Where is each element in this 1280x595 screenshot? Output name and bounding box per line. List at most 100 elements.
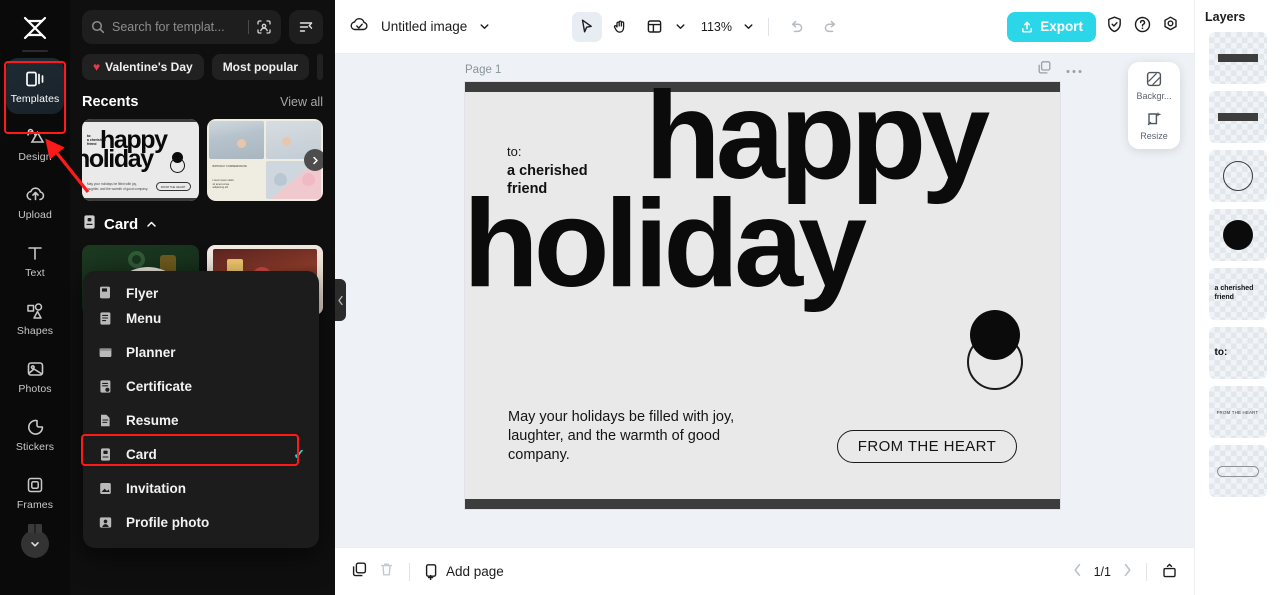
dropdown-item-certificate[interactable]: Certificate (83, 369, 319, 403)
mini-headline-2: holiday (82, 145, 154, 173)
category-header-card[interactable]: Card (82, 214, 323, 235)
shield-check-icon[interactable] (1105, 15, 1124, 39)
category-label: Card (104, 216, 139, 233)
chevron-down-icon[interactable] (742, 20, 755, 33)
sidebar-item-stickers[interactable]: Stickers (6, 406, 64, 462)
layer-text-recipient[interactable]: a cherished friend (1208, 268, 1267, 320)
sidebar-item-photos[interactable]: Photos (6, 348, 64, 404)
undo-icon (792, 20, 803, 33)
artwork-to-label[interactable]: to: (507, 144, 521, 159)
export-button[interactable]: Export (1007, 11, 1096, 42)
layer-circle-outline[interactable] (1208, 150, 1267, 202)
layout-tool-button[interactable] (640, 12, 670, 42)
more-dots-icon[interactable] (1066, 61, 1082, 79)
capcut-logo-icon[interactable] (15, 10, 55, 46)
collage-caption: BIRTHDAY COMMEMORATE (212, 165, 247, 168)
image-search-icon[interactable] (256, 19, 272, 35)
artwork-pill-button[interactable]: FROM THE HEART (837, 430, 1017, 463)
sidebar-label: Stickers (15, 440, 55, 453)
background-button[interactable]: Backgr... (1128, 70, 1180, 101)
carousel-next-button[interactable] (304, 149, 323, 171)
app-root: Templates Design Upload Text Shapes Phot… (0, 0, 1280, 595)
zoom-level[interactable]: 113% (701, 20, 732, 34)
layer-text-to[interactable]: to: (1208, 327, 1267, 379)
toolbar-left: Untitled image (349, 16, 491, 38)
resize-button[interactable]: Resize (1128, 110, 1180, 141)
layer-bar-top[interactable] (1208, 32, 1267, 84)
redo-button[interactable] (816, 12, 846, 42)
dropdown-item-planner[interactable]: Planner (83, 335, 319, 369)
dropdown-item-card[interactable]: Card ✓ (83, 437, 319, 471)
duplicate-page-icon[interactable] (1037, 60, 1052, 80)
artwork-message[interactable]: May your holidays be filled with joy, la… (508, 408, 768, 465)
dropdown-item-menu[interactable]: Menu (83, 301, 319, 335)
panel-collapse-handle[interactable] (335, 279, 346, 321)
check-icon: ✓ (293, 445, 305, 462)
layers-panel: Layers a cherished friend to: FROM THE H… (1194, 0, 1280, 595)
resize-label: Resize (1140, 131, 1168, 141)
resize-icon (1147, 112, 1161, 126)
sidebar-item-text[interactable]: Text (6, 232, 64, 288)
rail-divider (22, 50, 48, 52)
recent-template-happy-holiday[interactable]: to: a cherished friend happy holiday May y… (82, 119, 199, 201)
sidebar-item-frames[interactable]: Frames (6, 464, 64, 520)
chevron-down-icon[interactable] (674, 20, 687, 33)
filter-chips: ♥ Valentine's Day Most popular (82, 54, 323, 80)
profile-photo-icon (97, 514, 114, 531)
recent-template-birthday-collage[interactable]: BIRTHDAY COMMEMORATE Lorem ipsum dolor si… (206, 119, 323, 201)
export-label: Export (1040, 19, 1083, 34)
mini-bar-top (82, 119, 199, 122)
chip-valentines-day[interactable]: ♥ Valentine's Day (82, 54, 204, 80)
document-title[interactable]: Untitled image (381, 19, 467, 34)
chevron-down-icon[interactable] (478, 20, 491, 33)
prev-page-button[interactable] (1073, 563, 1082, 580)
sidebar-item-design[interactable]: Design (6, 116, 64, 172)
artwork-circle-filled[interactable] (970, 310, 1020, 360)
sidebar-item-upload[interactable]: Upload (6, 174, 64, 230)
mini-bar-bottom (82, 198, 199, 201)
artwork-headline-2[interactable]: holiday (463, 182, 867, 306)
present-button[interactable] (1161, 562, 1178, 582)
rail-more-button[interactable] (21, 524, 49, 558)
duplicate-icon[interactable] (351, 561, 368, 583)
artwork-bar-bottom[interactable] (465, 499, 1060, 509)
undo-button[interactable] (782, 12, 812, 42)
canvas-artwork[interactable]: to: a cherished friend happy holiday May… (463, 74, 1060, 509)
dropdown-item-flyer[interactable]: Flyer (83, 279, 319, 301)
dropdown-item-resume[interactable]: Resume (83, 403, 319, 437)
hand-tool-button[interactable] (606, 12, 636, 42)
search-input[interactable]: Search for templat... (82, 10, 281, 44)
view-all-link[interactable]: View all (280, 95, 323, 109)
flyer-icon (97, 284, 114, 301)
page-actions (1037, 60, 1082, 80)
dropdown-label: Card (126, 446, 157, 462)
sidebar-item-shapes[interactable]: Shapes (6, 290, 64, 346)
mini-card-art: to: a cherished friend happy holiday May y… (82, 119, 199, 201)
layer-text-from-the-heart[interactable]: FROM THE HEART (1208, 386, 1267, 438)
select-tool-button[interactable] (571, 11, 602, 42)
collage-photo-1 (208, 121, 264, 159)
next-page-button[interactable] (1123, 563, 1132, 580)
canvas-area[interactable]: Page 1 to: a cherished friend happy holi… (335, 54, 1194, 547)
heart-icon: ♥ (93, 60, 101, 74)
trash-icon[interactable] (378, 561, 395, 583)
layer-pill-shape[interactable] (1208, 445, 1267, 497)
dropdown-item-profile-photo[interactable]: Profile photo (83, 505, 319, 539)
bottom-divider-2 (1146, 562, 1147, 581)
add-page-button[interactable]: Add page (424, 563, 504, 580)
text-icon (24, 242, 46, 264)
chip-overflow[interactable] (317, 54, 323, 80)
chip-most-popular[interactable]: Most popular (211, 54, 310, 80)
question-circle-icon[interactable] (1133, 15, 1152, 39)
main-area: Untitled image 113% Export Page 1 to: a … (335, 0, 1194, 595)
filter-icon (299, 22, 313, 32)
layers-list: a cherished friend to: FROM THE HEART (1195, 32, 1280, 497)
sidebar-item-templates[interactable]: Templates (6, 58, 64, 114)
cloud-saved-icon[interactable] (349, 16, 370, 38)
layer-circle-filled[interactable] (1208, 209, 1267, 261)
layer-bar-bottom[interactable] (1208, 91, 1267, 143)
gear-icon[interactable] (1161, 15, 1180, 39)
filter-button[interactable] (289, 10, 323, 44)
dropdown-item-invitation[interactable]: Invitation (83, 471, 319, 505)
layer-preview-text: FROM THE HEART (1216, 409, 1259, 415)
